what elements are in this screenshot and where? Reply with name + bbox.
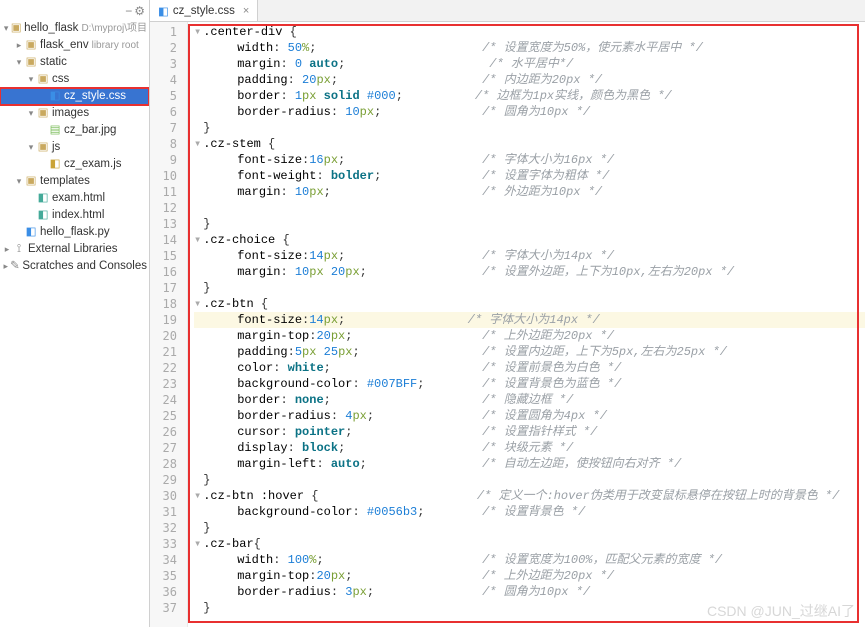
code-line-21[interactable]: padding:5px 25px; /* 设置内边距，上下为5px,左右为25p… bbox=[194, 344, 865, 360]
code-line-12[interactable] bbox=[194, 200, 865, 216]
tree-item-js[interactable]: ▾▣js bbox=[0, 139, 149, 156]
code-area[interactable]: ▾.center-div { width: 50%; /* 设置宽度为50%，使… bbox=[188, 22, 865, 627]
editor[interactable]: 1234567891011121314151617181920212223242… bbox=[150, 22, 865, 627]
project-tree[interactable]: ▾▣hello_flaskD:\myproj\项目▸▣flask_envlibr… bbox=[0, 20, 149, 275]
code-line-4[interactable]: padding: 20px; /* 内边距为20px */ bbox=[194, 72, 865, 88]
sidebar-header: − ⚙ bbox=[0, 4, 149, 20]
code-line-20[interactable]: margin-top:20px; /* 上外边距为20px */ bbox=[194, 328, 865, 344]
gear-icon[interactable]: ⚙ bbox=[134, 4, 145, 18]
code-line-6[interactable]: border-radius: 10px; /* 圆角为10px */ bbox=[194, 104, 865, 120]
collapse-icon[interactable]: − bbox=[125, 4, 132, 18]
code-line-15[interactable]: font-size:14px; /* 字体大小为14px */ bbox=[194, 248, 865, 264]
code-line-31[interactable]: background-color: #0056b3; /* 设置背景色 */ bbox=[194, 504, 865, 520]
code-line-10[interactable]: font-weight: bolder; /* 设置字体为粗体 */ bbox=[194, 168, 865, 184]
code-line-3[interactable]: margin: 0 auto; /* 水平居中*/ bbox=[194, 56, 865, 72]
code-line-35[interactable]: margin-top:20px; /* 上外边距为20px */ bbox=[194, 568, 865, 584]
code-line-28[interactable]: margin-left: auto; /* 自动左边距，使按钮向右对齐 */ bbox=[194, 456, 865, 472]
code-line-1[interactable]: ▾.center-div { bbox=[194, 24, 865, 40]
code-line-8[interactable]: ▾.cz-stem { bbox=[194, 136, 865, 152]
project-sidebar: − ⚙ ▾▣hello_flaskD:\myproj\项目▸▣flask_env… bbox=[0, 0, 150, 627]
tree-item-External Libraries[interactable]: ▸⟟External Libraries bbox=[0, 241, 149, 258]
close-icon[interactable]: × bbox=[243, 5, 249, 17]
code-line-26[interactable]: cursor: pointer; /* 设置指针样式 */ bbox=[194, 424, 865, 440]
code-line-33[interactable]: ▾.cz-bar{ bbox=[194, 536, 865, 552]
code-line-16[interactable]: margin: 10px 20px; /* 设置外边距，上下为10px,左右为2… bbox=[194, 264, 865, 280]
code-line-5[interactable]: border: 1px solid #000; /* 边框为1px实线，颜色为黑… bbox=[194, 88, 865, 104]
code-line-23[interactable]: background-color: #007BFF; /* 设置背景色为蓝色 *… bbox=[194, 376, 865, 392]
tree-item-cz_style.css[interactable]: ◧cz_style.css bbox=[0, 88, 149, 105]
tree-item-hello_flask[interactable]: ▾▣hello_flaskD:\myproj\项目 bbox=[0, 20, 149, 37]
code-line-32[interactable]: } bbox=[194, 520, 865, 536]
code-line-30[interactable]: ▾.cz-btn :hover { /* 定义一个:hover伪类用于改变鼠标悬… bbox=[194, 488, 865, 504]
code-line-29[interactable]: } bbox=[194, 472, 865, 488]
code-line-27[interactable]: display: block; /* 块级元素 */ bbox=[194, 440, 865, 456]
code-line-13[interactable]: } bbox=[194, 216, 865, 232]
tree-item-images[interactable]: ▾▣images bbox=[0, 105, 149, 122]
code-line-2[interactable]: width: 50%; /* 设置宽度为50%，使元素水平居中 */ bbox=[194, 40, 865, 56]
code-line-34[interactable]: width: 100%; /* 设置宽度为100%，匹配父元素的宽度 */ bbox=[194, 552, 865, 568]
code-line-22[interactable]: color: white; /* 设置前景色为白色 */ bbox=[194, 360, 865, 376]
code-line-36[interactable]: border-radius: 3px; /* 圆角为10px */ bbox=[194, 584, 865, 600]
code-line-14[interactable]: ▾.cz-choice { bbox=[194, 232, 865, 248]
code-line-19[interactable]: font-size:14px; /* 字体大小为14px */ bbox=[194, 312, 865, 328]
tree-item-cz_exam.js[interactable]: ◧cz_exam.js bbox=[0, 156, 149, 173]
tree-item-templates[interactable]: ▾▣templates bbox=[0, 173, 149, 190]
tree-item-index.html[interactable]: ◧index.html bbox=[0, 207, 149, 224]
tree-item-exam.html[interactable]: ◧exam.html bbox=[0, 190, 149, 207]
code-line-17[interactable]: } bbox=[194, 280, 865, 296]
code-line-25[interactable]: border-radius: 4px; /* 设置圆角为4px */ bbox=[194, 408, 865, 424]
code-line-37[interactable]: } bbox=[194, 600, 865, 616]
tree-item-cz_bar.jpg[interactable]: ▤cz_bar.jpg bbox=[0, 122, 149, 139]
tree-item-flask_env[interactable]: ▸▣flask_envlibrary root bbox=[0, 37, 149, 54]
line-gutter: 1234567891011121314151617181920212223242… bbox=[150, 22, 188, 627]
editor-tabbar[interactable]: ◧cz_style.css× bbox=[150, 0, 865, 22]
main-area: ◧cz_style.css× 1234567891011121314151617… bbox=[150, 0, 865, 627]
tree-item-static[interactable]: ▾▣static bbox=[0, 54, 149, 71]
tree-item-Scratches and Consoles[interactable]: ▸✎Scratches and Consoles bbox=[0, 258, 149, 275]
tab-cz_style.css[interactable]: ◧cz_style.css× bbox=[150, 0, 258, 21]
code-line-9[interactable]: font-size:16px; /* 字体大小为16px */ bbox=[194, 152, 865, 168]
code-line-11[interactable]: margin: 10px; /* 外边距为10px */ bbox=[194, 184, 865, 200]
tree-item-css[interactable]: ▾▣css bbox=[0, 71, 149, 88]
tree-item-hello_flask.py[interactable]: ◧hello_flask.py bbox=[0, 224, 149, 241]
code-line-24[interactable]: border: none; /* 隐藏边框 */ bbox=[194, 392, 865, 408]
code-line-7[interactable]: } bbox=[194, 120, 865, 136]
code-line-18[interactable]: ▾.cz-btn { bbox=[194, 296, 865, 312]
